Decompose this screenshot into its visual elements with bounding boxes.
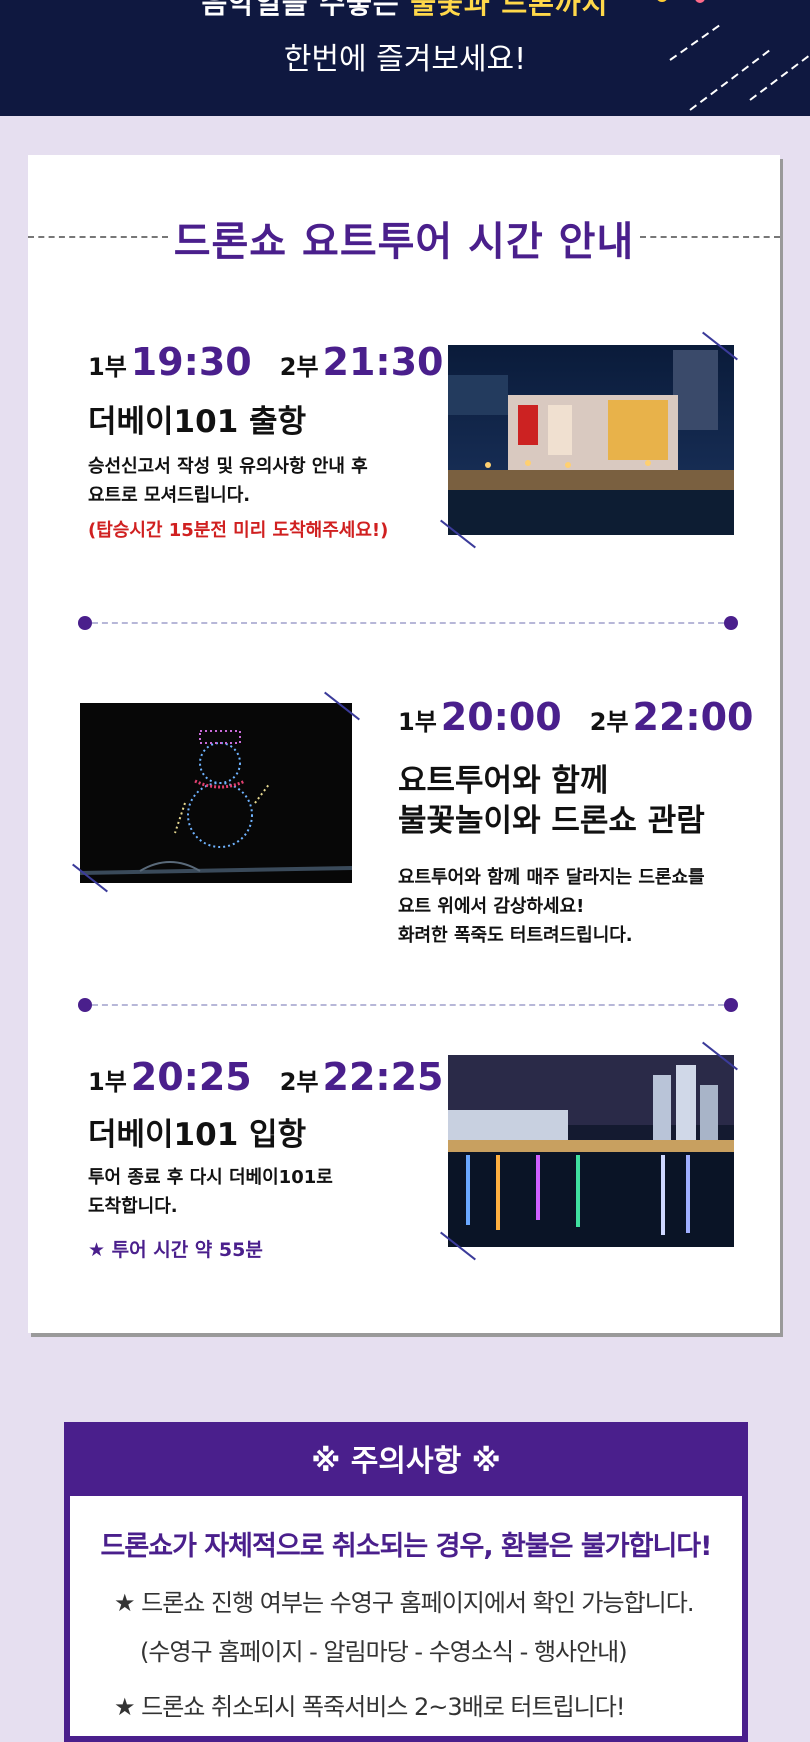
- caution-box: ※ 주의사항 ※ 드론쇼가 자체적으로 취소되는 경우, 환불은 불가합니다! …: [64, 1422, 748, 1742]
- drone-show-photo: [80, 703, 352, 883]
- desc-line: 화려한 폭죽도 터트려드립니다.: [398, 925, 633, 946]
- part1-time: 20:00: [440, 695, 562, 739]
- caution-item: ★ 드론쇼 취소되시 폭죽서비스 2~3배로 터트립니다!: [114, 1693, 625, 1721]
- section-divider: [78, 998, 738, 1012]
- part1-label: 1부: [398, 708, 437, 736]
- refund-warning: 드론쇼가 자체적으로 취소되는 경우, 환불은 불가합니다!: [100, 1531, 713, 1562]
- part2-label: 2부: [589, 708, 629, 736]
- section-title: 드론쇼 요트투어 시간 안내: [28, 209, 780, 267]
- part2-time: 22:00: [632, 695, 754, 739]
- desc-line: 승선신고서 작성 및 유의사항 안내 후: [88, 456, 368, 477]
- heading-line: 요트투어와 함께: [398, 763, 609, 799]
- desc-line: 요트 위에서 감상하세요!: [398, 896, 585, 917]
- tour-duration-note: ★ 투어 시간 약 55분: [88, 1239, 263, 1261]
- banner-line1: 음악일을 수놓는 불꽃과 드론까지: [0, 0, 810, 22]
- part1-label: 1부: [88, 353, 127, 381]
- title-divider-left: [28, 236, 168, 238]
- block-description: 투어 종료 후 다시 더베이101로 도착합니다.: [88, 1163, 428, 1221]
- schedule-card: 드론쇼 요트투어 시간 안내 1부 19:30 2부 21:30 더베이101 출항 …: [28, 155, 780, 1333]
- part1-time: 19:30: [130, 340, 252, 384]
- part2-time: 21:30: [322, 340, 444, 384]
- section-divider: [78, 616, 738, 630]
- part1-label: 1부: [88, 1068, 127, 1096]
- block-heading: 더베이101 출항: [88, 404, 307, 440]
- marina-night-photo: [448, 345, 734, 535]
- block-heading: 요트투어와 함께 불꽃놀이와 드론쇼 관람: [398, 761, 768, 841]
- caution-header: ※ 주의사항 ※: [70, 1428, 742, 1496]
- part2-label: 2부: [279, 1068, 319, 1096]
- time-row: 1부 19:30 2부 21:30: [88, 340, 444, 384]
- promo-banner: 음악일을 수놓는 불꽃과 드론까지 한번에 즐겨보세요!: [0, 0, 810, 116]
- schedule-title: 드론쇼 요트투어 시간 안내: [173, 219, 635, 265]
- time-row: 1부 20:25 2부 22:25: [88, 1055, 444, 1099]
- banner-line2: 한번에 즐겨보세요!: [283, 42, 527, 77]
- part2-time: 22:25: [322, 1055, 444, 1099]
- caution-item: ★ 드론쇼 진행 여부는 수영구 홈페이지에서 확인 가능합니다.: [114, 1589, 694, 1617]
- arrival-notice: (탑승시간 15분전 미리 도착해주세요!): [88, 520, 389, 541]
- desc-line: 요트투어와 함께 매주 달라지는 드론쇼를: [398, 867, 705, 888]
- caution-item-sub: (수영구 홈페이지 - 알림마당 - 수영소식 - 행사안내): [140, 1638, 628, 1666]
- heading-line: 불꽃놀이와 드론쇼 관람: [398, 803, 705, 839]
- title-divider-right: [640, 236, 780, 238]
- block-description: 요트투어와 함께 매주 달라지는 드론쇼를 요트 위에서 감상하세요! 화려한 …: [398, 863, 768, 950]
- schedule-block-cruise: 1부 20:00 2부 22:00 요트투어와 함께 불꽃놀이와 드론쇼 관람 요트투…: [398, 695, 768, 950]
- part2-label: 2부: [279, 353, 319, 381]
- part1-time: 20:25: [130, 1055, 252, 1099]
- banner-highlight: 불꽃과 드론까지: [410, 0, 609, 20]
- block-description: 승선신고서 작성 및 유의사항 안내 후 요트로 모셔드립니다.: [88, 452, 428, 510]
- schedule-block-arrival: 1부 20:25 2부 22:25 더베이101 입항 투어 종료 후 다시 더베이1…: [88, 1055, 444, 1262]
- desc-line: 도착합니다.: [88, 1196, 178, 1217]
- schedule-block-departure: 1부 19:30 2부 21:30 더베이101 출항 승선신고서 작성 및 유의사항…: [88, 340, 444, 542]
- desc-line: 투어 종료 후 다시 더베이101로: [88, 1167, 333, 1188]
- block-heading: 더베이101 입항: [88, 1117, 307, 1153]
- time-row: 1부 20:00 2부 22:00: [398, 695, 768, 739]
- desc-line: 요트로 모셔드립니다.: [88, 485, 251, 506]
- harbor-night-photo: [448, 1055, 734, 1247]
